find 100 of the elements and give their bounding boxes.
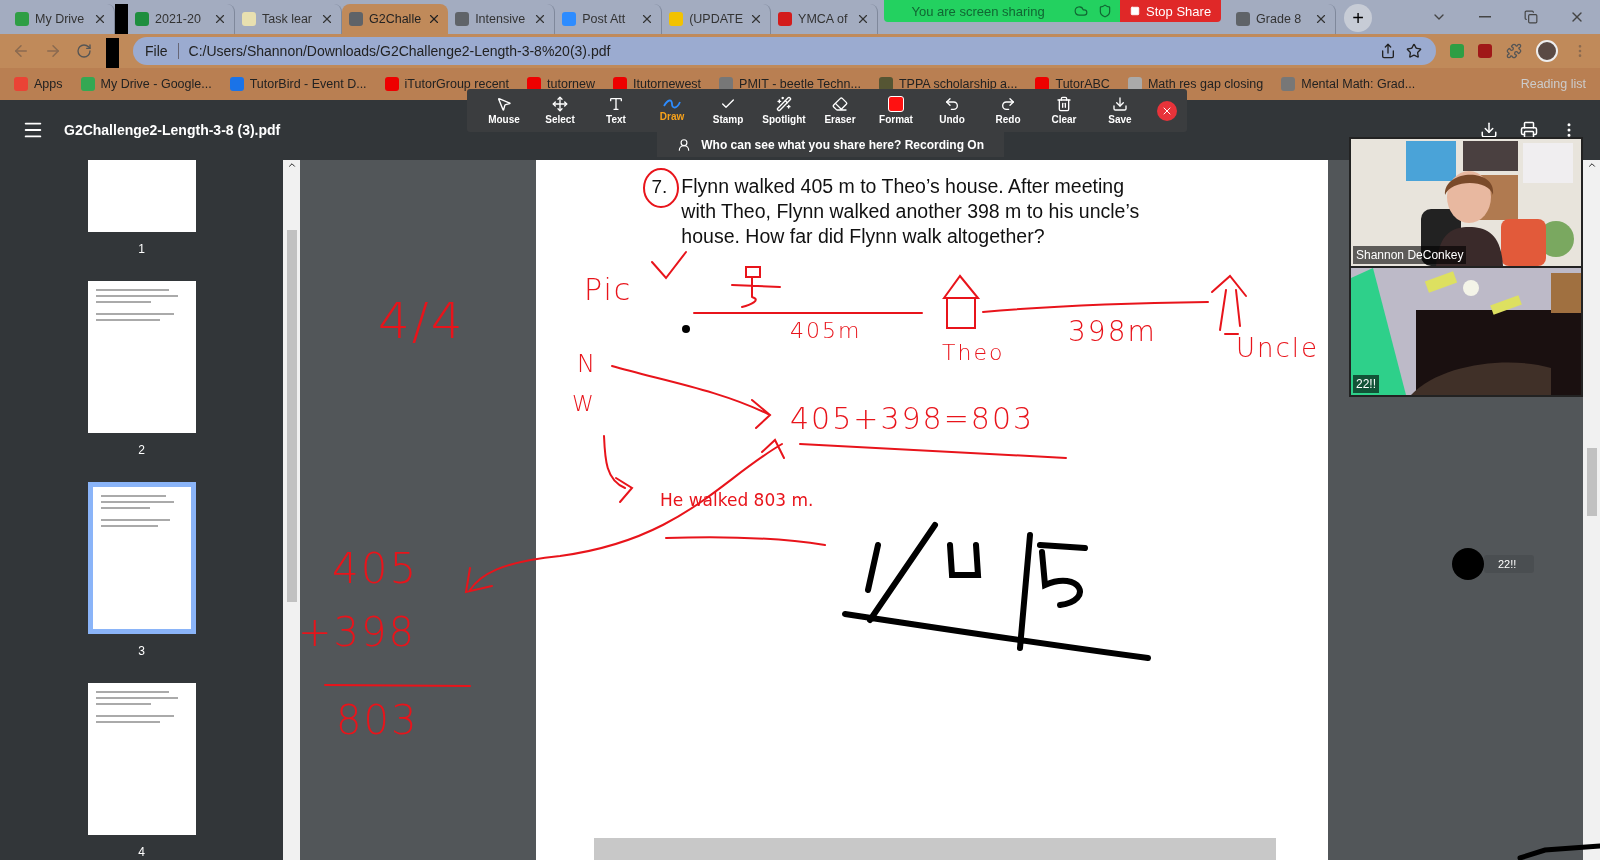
start-dot bbox=[682, 325, 690, 333]
scrollbar[interactable] bbox=[1583, 160, 1600, 860]
favicon-icon bbox=[349, 12, 363, 26]
annotation-tool[interactable]: Format bbox=[869, 90, 923, 131]
scroll-up-icon[interactable] bbox=[286, 160, 297, 170]
browser-tab[interactable]: G2Challe bbox=[342, 4, 449, 34]
pointer-icon bbox=[496, 96, 512, 112]
cloud-icon bbox=[1074, 4, 1089, 18]
annotation-tool[interactable]: Text bbox=[589, 90, 643, 131]
star-icon[interactable] bbox=[1406, 43, 1422, 59]
handwritten-text: 4/4 bbox=[378, 296, 465, 346]
favicon-icon bbox=[778, 12, 793, 26]
redaction-bar bbox=[106, 38, 119, 68]
scroll-up-icon[interactable] bbox=[1586, 160, 1597, 170]
document-title: G2Challenge2-Length-3-8 (3).pdf bbox=[64, 122, 281, 138]
bookmark[interactable]: Mental Math: Grad... bbox=[1281, 77, 1416, 91]
handwritten-text: 405 bbox=[332, 548, 419, 590]
wand-icon bbox=[776, 96, 792, 112]
wave-icon bbox=[663, 99, 681, 109]
trash-icon bbox=[1056, 96, 1072, 112]
scrollbar-thumb[interactable] bbox=[286, 230, 297, 602]
minimize-icon bbox=[1479, 16, 1491, 18]
participant-name: 22!! bbox=[1353, 375, 1379, 393]
question-text: Flynn walked 405 m to Theo’s house. After meeting with Theo, Flynn walked another 398 m to his uncle’s house. How far did Flynn walk altogether? bbox=[681, 174, 1141, 249]
handwritten-text: +398 bbox=[298, 612, 416, 652]
eraser-icon bbox=[832, 96, 848, 112]
page-thumbnail[interactable] bbox=[87, 683, 196, 835]
stop-share-button[interactable]: Stop Share bbox=[1120, 0, 1222, 22]
close-icon[interactable] bbox=[213, 12, 227, 26]
bookmark-icon bbox=[1281, 77, 1296, 91]
favicon-icon bbox=[669, 12, 684, 26]
print-icon[interactable] bbox=[1520, 121, 1538, 139]
address-bar[interactable]: File C:/Users/Shannon/Downloads/G2Challenge2-Length-3-8%20(3).pdf bbox=[133, 37, 1436, 65]
bookmark-icon bbox=[229, 77, 244, 91]
page-number: 3 bbox=[138, 644, 145, 658]
scheme-label: File bbox=[145, 43, 179, 59]
annotation-tool[interactable]: Eraser bbox=[813, 90, 867, 131]
annotation-tool[interactable]: Select bbox=[533, 90, 587, 131]
bookmark[interactable]: TutorBird - Event D... bbox=[229, 77, 367, 91]
stick-figure-drawing bbox=[731, 266, 781, 308]
circle-mark bbox=[643, 168, 679, 208]
annotation-tool[interactable]: Redo bbox=[981, 90, 1035, 131]
close-icon[interactable] bbox=[320, 12, 334, 26]
reload-icon[interactable] bbox=[76, 43, 92, 59]
bookmark[interactable]: iTutorGroup recent bbox=[384, 77, 510, 91]
extensions-icon[interactable] bbox=[1506, 43, 1522, 59]
house-drawing bbox=[942, 274, 981, 329]
handwritten-text: Uncle bbox=[1236, 335, 1320, 361]
shield-icon bbox=[1098, 4, 1113, 18]
notice-text: Who can see what you share here? Recording On bbox=[701, 137, 984, 152]
participant-name: 22!! bbox=[1484, 555, 1535, 573]
favicon-icon bbox=[562, 12, 577, 26]
handwritten-text: 405+398=803 bbox=[790, 404, 1035, 434]
scrollbar-thumb[interactable] bbox=[1586, 448, 1597, 516]
annotation-tool[interactable]: Draw bbox=[645, 90, 699, 131]
page-number: 1 bbox=[138, 242, 145, 256]
page-number: 4 bbox=[138, 845, 145, 859]
annotation-tool[interactable]: Undo bbox=[925, 90, 979, 131]
annotation-tool[interactable]: Clear bbox=[1037, 90, 1091, 131]
share-icon[interactable] bbox=[1380, 43, 1396, 59]
color-swatch-icon bbox=[888, 96, 904, 112]
sharing-label: You are screen sharing bbox=[910, 3, 1046, 19]
close-icon[interactable] bbox=[93, 12, 107, 26]
annotation-tool[interactable]: Stamp bbox=[701, 90, 755, 131]
page-thumbnail[interactable] bbox=[87, 281, 196, 433]
annotation-tool[interactable]: Spotlight bbox=[757, 90, 811, 131]
page-number: 2 bbox=[138, 443, 145, 457]
question-number: 7. bbox=[651, 176, 668, 198]
handwritten-text: Theo bbox=[942, 342, 1005, 364]
url-text: C:/Users/Shannon/Downloads/G2Challenge2-Length-3-8%20(3).pdf bbox=[188, 43, 612, 59]
download-icon[interactable] bbox=[1480, 121, 1498, 139]
handwritten-text: 405m bbox=[790, 320, 862, 342]
favicon-icon bbox=[135, 12, 149, 26]
page-thumbnail[interactable] bbox=[87, 482, 196, 634]
handwritten-text: N bbox=[577, 352, 597, 376]
redaction-bar bbox=[115, 4, 128, 34]
bookmark-icon bbox=[384, 77, 399, 91]
handwritten-text: 398m bbox=[1068, 318, 1157, 346]
favicon-icon bbox=[455, 12, 470, 26]
participant-name: Shannon DeConkey bbox=[1353, 246, 1467, 264]
download-icon bbox=[1112, 96, 1128, 112]
handwritten-text: W bbox=[572, 393, 596, 415]
handwritten-text: 803 bbox=[336, 700, 419, 740]
bookmark[interactable]: My Drive - Google... bbox=[80, 77, 212, 91]
annotation-tool[interactable]: Save bbox=[1093, 90, 1147, 131]
profile-avatar[interactable] bbox=[1536, 40, 1558, 62]
favicon-icon bbox=[242, 12, 256, 26]
bookmark[interactable]: Apps bbox=[14, 77, 63, 91]
scrollbar[interactable] bbox=[283, 160, 300, 860]
move-icon bbox=[552, 96, 568, 112]
annotation-tool[interactable]: Mouse bbox=[477, 90, 531, 131]
text-icon bbox=[608, 96, 624, 112]
redo-icon bbox=[1000, 96, 1016, 112]
stop-icon bbox=[1130, 6, 1141, 16]
participant-avatar bbox=[1452, 548, 1484, 580]
close-button[interactable] bbox=[1157, 100, 1177, 121]
restore-icon bbox=[1524, 10, 1538, 24]
user-icon bbox=[677, 137, 692, 152]
new-tab-button[interactable]: + bbox=[1344, 4, 1373, 32]
favicon-icon bbox=[1236, 12, 1251, 26]
